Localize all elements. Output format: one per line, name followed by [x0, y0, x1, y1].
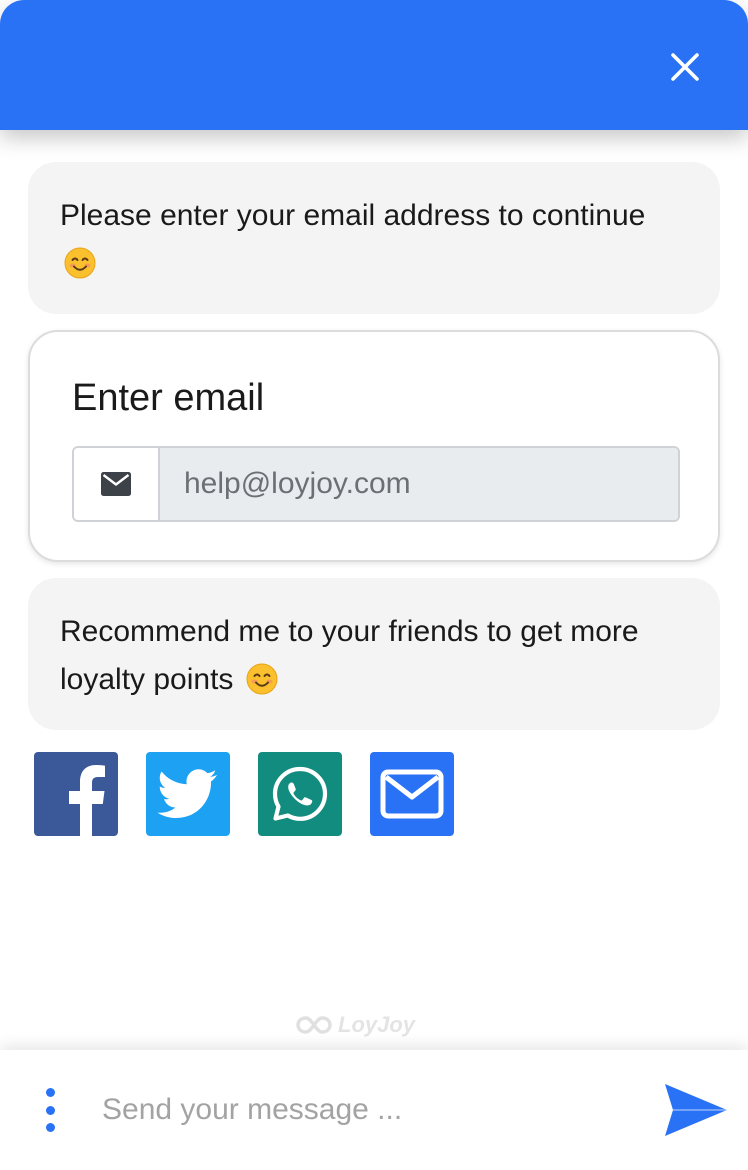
bot-message-text: Recommend me to your friends to get more… — [60, 615, 639, 696]
close-button[interactable] — [662, 44, 708, 90]
bot-message: Recommend me to your friends to get more… — [28, 578, 720, 730]
email-input-group — [72, 446, 680, 522]
chat-header — [0, 0, 748, 130]
whatsapp-icon — [272, 766, 328, 821]
email-form-card: Enter email — [28, 330, 720, 562]
share-buttons — [34, 752, 454, 836]
message-composer — [0, 1050, 748, 1170]
send-button[interactable] — [662, 1080, 730, 1140]
share-email-button[interactable] — [370, 752, 454, 836]
share-facebook-button[interactable] — [34, 752, 118, 836]
envelope-icon — [101, 472, 131, 496]
infinity-logo-icon — [296, 1016, 332, 1034]
smiling-face-emoji — [246, 662, 278, 710]
more-options-button[interactable] — [36, 1088, 64, 1132]
brand-name: LoyJoy — [338, 1012, 416, 1037]
more-vertical-icon — [45, 1088, 55, 1097]
message-input[interactable] — [102, 1084, 642, 1136]
facebook-icon — [69, 765, 105, 836]
email-form-title: Enter email — [72, 377, 265, 419]
bot-message: Please enter your email address to conti… — [28, 162, 720, 314]
email-icon — [380, 769, 444, 819]
twitter-icon — [158, 769, 217, 818]
share-twitter-button[interactable] — [146, 752, 230, 836]
brand-logo: LoyJoy — [296, 1012, 415, 1038]
email-input-prefix — [74, 448, 160, 520]
smiling-face-emoji — [64, 246, 96, 294]
close-icon — [671, 53, 699, 81]
email-field[interactable] — [160, 448, 678, 520]
bot-message-text: Please enter your email address to conti… — [60, 199, 646, 232]
send-icon — [665, 1084, 727, 1136]
share-whatsapp-button[interactable] — [258, 752, 342, 836]
